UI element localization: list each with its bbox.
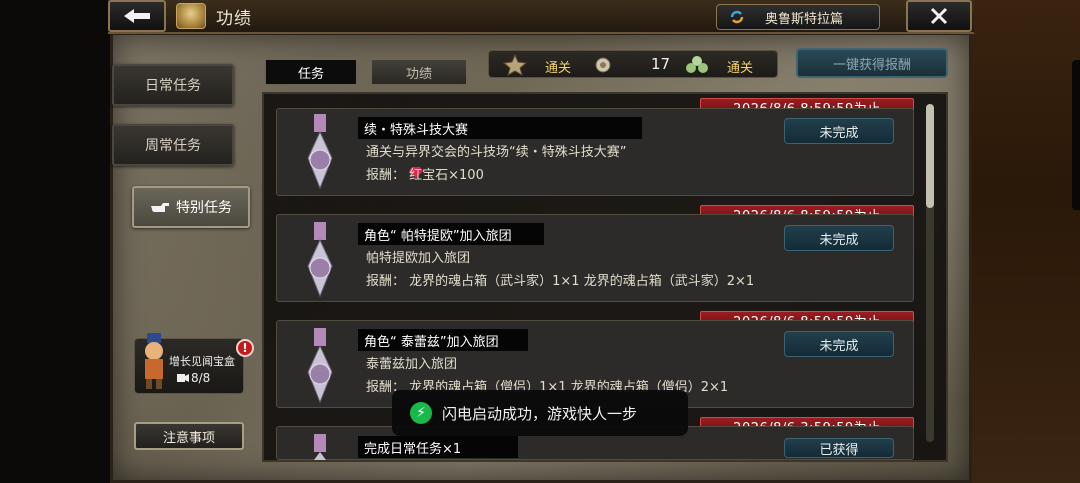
task-1-status[interactable]: 未完成: [784, 118, 894, 144]
arrow-left-icon: [124, 9, 150, 23]
nav-weekly-label: 周常任务: [145, 138, 201, 154]
chapter-switch-button[interactable]: 奥鲁斯特拉篇: [716, 4, 880, 30]
toast-notification: ⚡ 闪电启动成功，游戏快人一步: [392, 390, 688, 436]
tab-tasks[interactable]: 任务: [264, 58, 358, 86]
switch-icon: [730, 10, 744, 24]
task-2-title: 角色“ 帕特提欧”加入旅团: [358, 223, 544, 245]
close-button[interactable]: [906, 0, 972, 32]
task-4-status[interactable]: 已获得: [784, 438, 894, 458]
pointing-hand-icon: [151, 203, 169, 212]
medal-icon: [314, 434, 326, 460]
medal-icon: [307, 222, 333, 298]
nav-special-tasks[interactable]: 特别任务: [132, 186, 250, 228]
sun-medal-icon: [595, 57, 611, 73]
chapter-label: 奥鲁斯特拉篇: [765, 11, 844, 27]
right-edge: [972, 0, 1080, 483]
clover-icon: [686, 56, 708, 73]
merit-title-icon: [176, 3, 206, 29]
medal-icon: [307, 328, 333, 404]
medal-icon: [307, 114, 333, 190]
treasure-box-count: 8/8: [191, 371, 211, 385]
task-4-title: 完成日常任务×1: [358, 436, 518, 458]
left-edge: [0, 0, 110, 483]
nav-daily-label: 日常任务: [145, 78, 201, 94]
clear-label-1: 通关: [545, 61, 572, 76]
character-avatar-icon: [145, 333, 163, 389]
nav-daily-tasks[interactable]: 日常任务: [112, 64, 234, 106]
treasure-box-label: 增长见闻宝盒: [169, 355, 235, 368]
task-3-status[interactable]: 未完成: [784, 331, 894, 357]
clear-stats-bar: 通关 17 通关: [488, 50, 778, 78]
star-emblem-icon: [503, 54, 527, 76]
toast-message: 闪电启动成功，游戏快人一步: [442, 404, 638, 423]
task-2-reward: 报酬： 龙界的魂占箱（武斗家）1×1 龙界的魂占箱（武斗家）2×1: [366, 274, 755, 289]
task-2-status[interactable]: 未完成: [784, 225, 894, 251]
task-2-description: 帕特提欧加入旅团: [366, 251, 471, 266]
nav-weekly-tasks[interactable]: 周常任务: [112, 124, 234, 166]
notice-button[interactable]: 注意事项: [134, 422, 244, 450]
page-title: 功绩: [216, 9, 252, 29]
task-1-reward: 报酬： 红宝石×100: [366, 168, 484, 183]
scrollbar-thumb[interactable]: [926, 104, 934, 208]
back-button[interactable]: [108, 0, 166, 32]
claim-all-rewards-button[interactable]: 一键获得报酬: [796, 48, 948, 78]
insight-treasure-box[interactable]: 增长见闻宝盒 8/8: [134, 333, 244, 394]
tab-merits[interactable]: 功绩: [370, 58, 468, 86]
close-icon: [930, 7, 948, 25]
task-3-title: 角色“ 泰蕾兹”加入旅团: [358, 329, 528, 351]
alert-badge: !: [236, 339, 254, 357]
clear-count: 17: [651, 55, 671, 73]
clear-label-2: 通关: [727, 61, 754, 76]
lightning-icon: ⚡: [410, 402, 432, 424]
game-screen: 功绩 奥鲁斯特拉篇 日常任务 周常任务 特别任务 增长见闻宝盒 8/8 ! 注意…: [0, 0, 1080, 483]
task-3-description: 泰蕾兹加入旅团: [366, 357, 458, 372]
video-icon: [177, 374, 189, 382]
nav-special-label: 特别任务: [176, 200, 232, 216]
task-1-title: 续・特殊斗技大赛: [358, 117, 642, 139]
task-1-description: 通关与异界交会的斗技场“续・特殊斗技大赛”: [366, 145, 627, 160]
